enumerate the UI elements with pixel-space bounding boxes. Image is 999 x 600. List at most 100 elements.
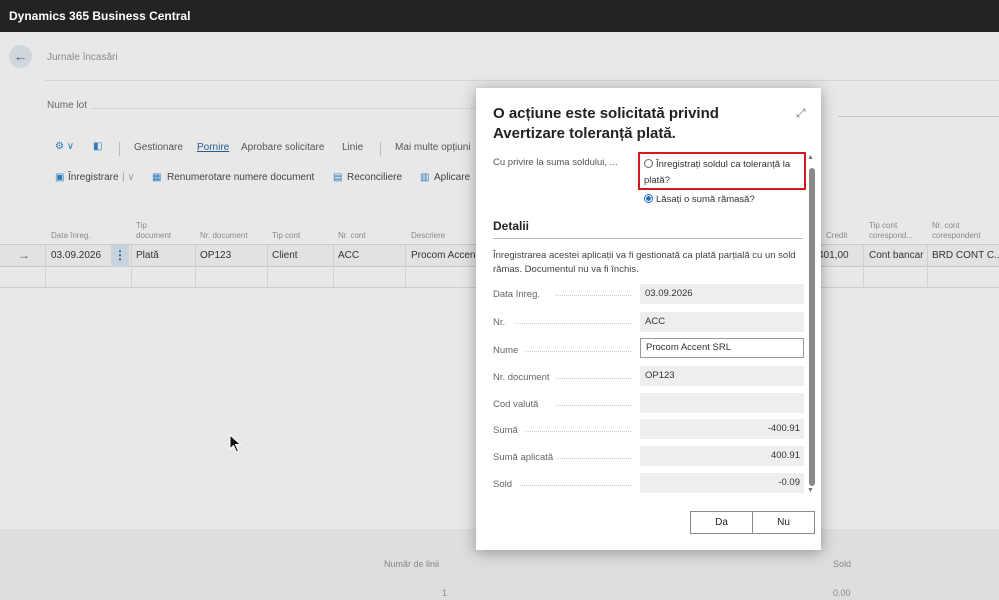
col-bal-acc-no[interactable]: Nr. cont corespondent	[932, 221, 992, 241]
field-label-posting-date: Data înreg.	[493, 289, 540, 300]
radio-checked-icon[interactable]	[644, 194, 653, 203]
option-leave-remaining[interactable]: Lăsați o sumă rămasă?	[644, 194, 755, 205]
app-title-bar: Dynamics 365 Business Central	[0, 0, 999, 32]
lines-count-label: Număr de linii	[384, 559, 440, 569]
cell-separator	[267, 245, 268, 267]
details-section-title[interactable]: Detalii	[493, 219, 529, 233]
cell-separator	[863, 245, 864, 267]
cell-separator	[45, 245, 46, 267]
cell-doc-no[interactable]: OP123	[200, 250, 231, 261]
cell-separator	[927, 268, 928, 288]
cell-bal-acc-no[interactable]: BRD CONT C...	[932, 250, 999, 261]
payment-tolerance-dialog: O acțiune este solicitată privind Averti…	[476, 88, 821, 550]
field-leader	[556, 378, 631, 379]
field-no: ACC	[640, 312, 804, 332]
cell-separator	[333, 268, 334, 288]
field-currency	[640, 393, 804, 413]
details-divider	[493, 238, 803, 239]
field-leader	[520, 485, 631, 486]
radio-icon[interactable]	[644, 159, 653, 168]
menu-gestionare[interactable]: Gestionare	[134, 142, 183, 153]
field-balance: -0.09	[640, 473, 804, 493]
balance-value: 0.00	[833, 588, 851, 598]
dialog-title: O acțiune este solicitată privind Averti…	[493, 105, 719, 142]
back-arrow-icon[interactable]: ←	[9, 45, 32, 68]
field-leader	[556, 405, 631, 406]
cell-separator	[927, 245, 928, 267]
panel-icon[interactable]: ◧	[93, 141, 102, 152]
field-label-balance: Sold	[493, 479, 513, 490]
post-dropdown-icon[interactable]: | ∨	[122, 172, 135, 183]
details-description: Înregistrarea acestei aplicații va fi ge…	[493, 250, 796, 275]
col-description[interactable]: Descriere	[411, 231, 445, 241]
batch-name-label: Nume lot	[47, 100, 88, 111]
menu-separator	[119, 142, 120, 156]
menu-more-options[interactable]: Mai multe opțiuni	[395, 142, 471, 153]
question-label: Cu privire la suma soldului, ...	[493, 157, 618, 168]
yes-button[interactable]: Da	[690, 511, 753, 534]
cell-bal-acc-type[interactable]: Cont bancar	[869, 250, 923, 261]
row-arrow-icon: →	[18, 248, 30, 262]
field-label-name: Nume	[493, 345, 519, 356]
col-acc-type[interactable]: Tip cont	[272, 231, 300, 241]
no-button[interactable]: Nu	[752, 511, 815, 534]
option-leave-remaining-label: Lăsați o sumă rămasă?	[656, 194, 755, 205]
field-leader	[516, 323, 631, 324]
post-icon: ▣	[55, 172, 65, 183]
col-bal-acc-type[interactable]: Tip cont corespond...	[869, 221, 921, 241]
balance-label: Sold	[833, 559, 852, 569]
menu-linie[interactable]: Linie	[342, 142, 363, 153]
reconcile-button[interactable]: Reconciliere	[347, 172, 402, 183]
cell-doc-type[interactable]: Plată	[136, 250, 159, 261]
expand-icon[interactable]: ⤢	[796, 106, 806, 121]
field-label-applied-amount: Sumă aplicată	[493, 452, 554, 463]
cell-separator	[333, 245, 334, 267]
renumber-button[interactable]: Renumerotare numere document	[167, 172, 314, 183]
page-breadcrumb: Jurnale încasări	[47, 52, 118, 63]
col-date[interactable]: Data înreg.	[51, 231, 91, 241]
cell-credit[interactable]: 401,00	[818, 250, 849, 261]
manage-icon[interactable]: ⚙ ∨	[55, 141, 74, 152]
post-button[interactable]: Înregistrare	[68, 172, 119, 183]
col-acc-no[interactable]: Nr. cont	[338, 231, 366, 241]
field-label-currency: Cod valută	[493, 399, 539, 410]
reconcile-icon: ▤	[333, 172, 343, 183]
field-leader	[526, 351, 631, 352]
menu-separator	[380, 142, 381, 156]
col-doc-no[interactable]: Nr. document	[200, 231, 248, 241]
field-amount: -400.91	[640, 419, 804, 439]
cell-acc-type[interactable]: Client	[272, 250, 298, 261]
dialog-scrollbar[interactable]	[809, 168, 815, 486]
cell-separator	[863, 268, 864, 288]
field-name[interactable]: Procom Accent SRL	[640, 338, 804, 358]
cell-separator	[131, 245, 132, 267]
app-title: Dynamics 365 Business Central	[9, 9, 191, 23]
col-credit[interactable]: Credit	[826, 231, 847, 241]
cell-description[interactable]: Procom Accent	[411, 250, 478, 261]
batch-name-underline	[838, 116, 999, 117]
scroll-down-icon[interactable]: ▼	[807, 487, 814, 494]
option-post-as-tolerance-label: Înregistrați soldul ca toleranță la plat…	[644, 159, 791, 186]
field-leader	[556, 295, 631, 296]
option-post-as-tolerance[interactable]: Înregistrați soldul ca toleranță la plat…	[644, 157, 804, 189]
field-label-no: Nr.	[493, 317, 506, 328]
apply-button[interactable]: Aplicare	[434, 172, 470, 183]
cell-separator	[195, 268, 196, 288]
field-posting-date: 03.09.2026	[640, 284, 804, 304]
cell-acc-no[interactable]: ACC	[338, 250, 359, 261]
lines-count-value: 1	[442, 588, 448, 598]
batch-name-field[interactable]	[92, 108, 482, 109]
cell-date[interactable]: 03.09.2026	[51, 250, 101, 261]
menu-aprobare-solicitare[interactable]: Aprobare solicitare	[241, 142, 324, 153]
field-leader	[526, 431, 631, 432]
row-actions-icon[interactable]: ⋮	[111, 245, 129, 267]
field-label-amount: Sumă	[493, 425, 518, 436]
col-doc-type[interactable]: Tip document	[136, 221, 181, 241]
apply-icon: ▥	[420, 172, 430, 183]
menu-pornire[interactable]: Pornire	[197, 142, 229, 153]
cell-separator	[195, 245, 196, 267]
scroll-up-icon[interactable]: ▲	[807, 154, 814, 161]
cell-separator	[131, 268, 132, 288]
cell-separator	[45, 268, 46, 288]
divider	[45, 80, 999, 81]
